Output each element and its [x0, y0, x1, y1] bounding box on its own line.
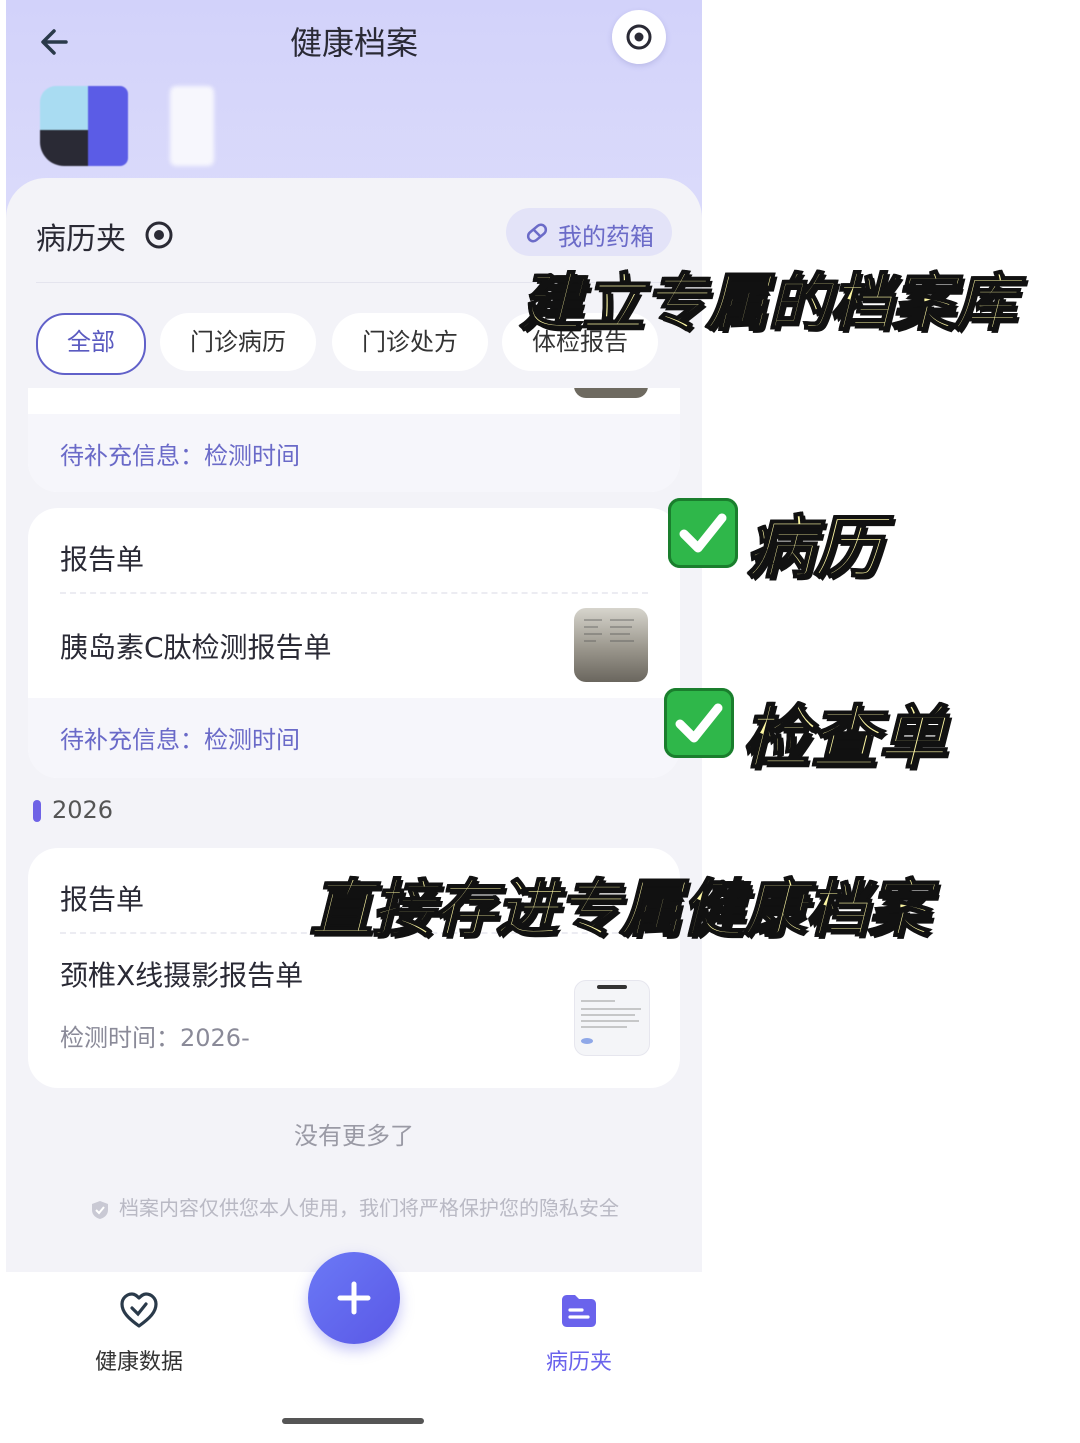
card-footer: 待补充信息：检测时间 [28, 698, 680, 778]
pill-icon [526, 223, 548, 243]
filter-chip-all[interactable]: 全部 [36, 313, 146, 375]
page-title: 健康档案 [289, 24, 418, 62]
user-name-blurred [170, 86, 214, 166]
overlay-check-1: 病历 [745, 508, 883, 589]
green-check-icon [668, 498, 738, 568]
overlay-bottom: 直接存进专属健康档案 [309, 871, 931, 946]
add-record-button[interactable] [308, 1252, 400, 1344]
tab-health-data[interactable]: 健康数据 [64, 1290, 214, 1376]
green-check-icon [664, 688, 734, 758]
plus-icon [337, 1281, 371, 1315]
privacy-toggle-button[interactable] [612, 10, 666, 64]
report-thumbnail[interactable] [574, 980, 650, 1056]
heart-check-icon [120, 1292, 158, 1328]
record-category: 报告单 [60, 883, 145, 916]
record-title: 颈椎X线摄影报告单 [60, 959, 304, 992]
year-marker [33, 800, 41, 822]
medicine-box-button[interactable]: 我的药箱 [506, 208, 672, 256]
folder-icon [562, 1295, 596, 1327]
overlay-headline: 建立专属的档案库 [519, 265, 1017, 340]
eye-icon [626, 24, 652, 50]
record-card[interactable]: 待补充信息：检测时间 [28, 388, 680, 492]
avatar[interactable] [40, 86, 128, 166]
filter-chip-prescriptions[interactable]: 门诊处方 [332, 313, 488, 371]
year-group-label: 2026 [52, 796, 114, 824]
record-category: 报告单 [60, 543, 145, 576]
tab-medical-folder[interactable]: 病历夹 [504, 1290, 654, 1376]
tab-label: 健康数据 [94, 1350, 183, 1375]
privacy-note: 档案内容仅供您本人使用，我们将严格保护您的隐私安全 [6, 1192, 702, 1221]
tab-label: 病历夹 [545, 1350, 612, 1375]
overlay-check-2: 检查单 [741, 698, 947, 779]
report-thumbnail [574, 388, 648, 398]
list-end-text: 没有更多了 [294, 1122, 414, 1150]
medicine-box-label: 我的药箱 [558, 223, 654, 251]
detect-time: 检测时间：2026- [60, 1024, 250, 1052]
pending-info: 待补充信息：检测时间 [60, 442, 300, 470]
filter-chip-outpatient-records[interactable]: 门诊病历 [160, 313, 316, 371]
report-thumbnail[interactable] [574, 608, 648, 682]
privacy-note-text: 档案内容仅供您本人使用，我们将严格保护您的隐私安全 [119, 1196, 619, 1220]
home-indicator [282, 1418, 424, 1424]
shield-icon [92, 1200, 108, 1219]
record-card[interactable]: 报告单 胰岛素C肽检测报告单 待补充信息：检测时间 [28, 508, 680, 778]
divider [60, 592, 648, 594]
eye-icon[interactable] [144, 220, 174, 250]
record-title: 胰岛素C肽检测报告单 [60, 631, 332, 664]
card-footer: 待补充信息：检测时间 [28, 414, 680, 492]
phone-screen: 健康档案 病历夹 我的药箱 全部 门诊病历 门诊处方 体检报告 待补充信息：检测… [6, 0, 702, 1443]
pending-info: 待补充信息：检测时间 [60, 726, 300, 754]
section-title: 病历夹 [36, 222, 126, 257]
